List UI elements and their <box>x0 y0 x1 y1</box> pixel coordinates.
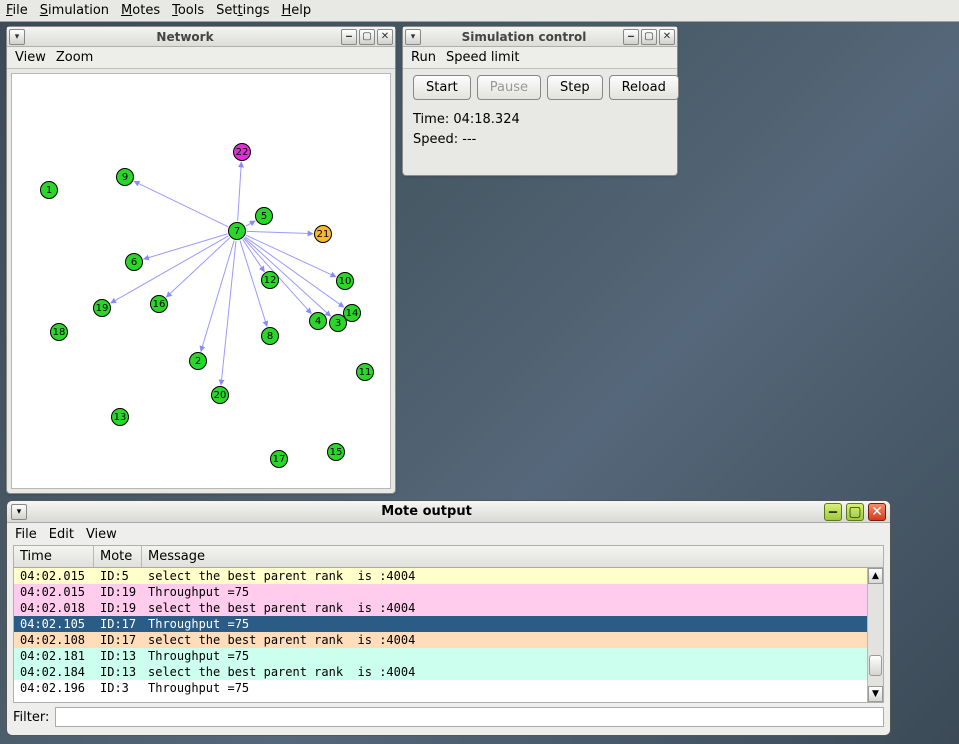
sim-control-window: ▾ Simulation control ‒ ▢ ✕ Run Speed lim… <box>402 26 678 176</box>
mote-node-16[interactable]: 16 <box>150 295 168 313</box>
mote-node-12[interactable]: 12 <box>261 271 279 289</box>
mote-node-5[interactable]: 5 <box>255 207 273 225</box>
minimize-icon[interactable]: ‒ <box>623 29 639 45</box>
mote-node-22[interactable]: 22 <box>233 143 251 161</box>
pause-button: Pause <box>477 75 541 100</box>
network-menu-view[interactable]: View <box>15 50 46 65</box>
mote-node-11[interactable]: 11 <box>356 363 374 381</box>
mote-node-20[interactable]: 20 <box>211 386 229 404</box>
sim-window-menu: Run Speed limit <box>403 47 677 69</box>
column-header-time[interactable]: Time <box>14 546 94 567</box>
mote-node-13[interactable]: 13 <box>111 408 129 426</box>
column-header-message[interactable]: Message <box>142 546 883 567</box>
mote-node-8[interactable]: 8 <box>261 327 279 345</box>
filter-input[interactable] <box>55 707 884 727</box>
minimize-icon[interactable]: ‒ <box>824 503 842 521</box>
sim-menu-speedlimit[interactable]: Speed limit <box>446 50 519 65</box>
network-window-title: Network <box>29 30 341 44</box>
mote-node-18[interactable]: 18 <box>50 323 68 341</box>
mote-menu-view[interactable]: View <box>86 527 117 542</box>
minimize-icon[interactable]: ‒ <box>341 29 357 45</box>
mote-node-15[interactable]: 15 <box>327 443 345 461</box>
scroll-up-icon[interactable]: ▲ <box>868 568 883 584</box>
mote-node-10[interactable]: 10 <box>336 272 354 290</box>
mote-node-4[interactable]: 4 <box>309 312 327 330</box>
menu-tools[interactable]: Tools <box>172 3 204 18</box>
close-icon[interactable]: ✕ <box>659 29 675 45</box>
mote-node-14[interactable]: 14 <box>343 304 361 322</box>
table-row[interactable]: 04:02.196ID:3Throughput =75 <box>14 680 883 696</box>
mote-node-6[interactable]: 6 <box>125 253 143 271</box>
menu-file[interactable]: File <box>6 3 28 18</box>
mote-node-9[interactable]: 9 <box>116 168 134 186</box>
table-row[interactable]: 04:02.105ID:17Throughput =75 <box>14 616 883 632</box>
mote-menu-edit[interactable]: Edit <box>49 527 74 542</box>
scroll-down-icon[interactable]: ▼ <box>868 686 883 702</box>
filter-label: Filter: <box>13 710 49 725</box>
window-menu-icon[interactable]: ▾ <box>11 504 27 520</box>
column-header-mote[interactable]: Mote <box>94 546 142 567</box>
menu-settings[interactable]: Settings <box>216 3 269 18</box>
step-button[interactable]: Step <box>547 75 603 100</box>
app-menu-bar: File Simulation Motes Tools Settings Hel… <box>0 0 959 22</box>
table-row[interactable]: 04:02.108ID:17select the best parent ran… <box>14 632 883 648</box>
network-menu-zoom[interactable]: Zoom <box>56 50 93 65</box>
mote-node-2[interactable]: 2 <box>189 352 207 370</box>
table-row[interactable]: 04:02.018ID:19select the best parent ran… <box>14 600 883 616</box>
sim-speed-label: Speed: --- <box>413 130 667 150</box>
maximize-icon[interactable]: ▢ <box>846 503 864 521</box>
mote-node-21[interactable]: 21 <box>314 225 332 243</box>
mote-window-title: Mote output <box>33 504 820 519</box>
mote-node-1[interactable]: 1 <box>40 181 58 199</box>
maximize-icon[interactable]: ▢ <box>359 29 375 45</box>
mote-output-window: ▾ Mote output ‒ ▢ ✕ File Edit View Time … <box>6 500 891 736</box>
network-edges-svg <box>12 74 390 488</box>
sim-window-titlebar[interactable]: ▾ Simulation control ‒ ▢ ✕ <box>403 27 677 47</box>
mote-node-19[interactable]: 19 <box>93 299 111 317</box>
menu-help[interactable]: Help <box>281 3 311 18</box>
mote-output-table: Time Mote Message 04:02.015ID:5select th… <box>13 545 884 703</box>
mote-menu-file[interactable]: File <box>15 527 37 542</box>
close-icon[interactable]: ✕ <box>377 29 393 45</box>
mote-node-7[interactable]: 7 <box>228 222 246 240</box>
sim-window-title: Simulation control <box>425 30 623 44</box>
network-window-menu: View Zoom <box>7 47 395 69</box>
table-row[interactable]: 04:02.015ID:19Throughput =75 <box>14 584 883 600</box>
vertical-scrollbar[interactable]: ▲ ▼ <box>867 568 883 702</box>
network-window-titlebar[interactable]: ▾ Network ‒ ▢ ✕ <box>7 27 395 47</box>
menu-motes[interactable]: Motes <box>121 3 160 18</box>
table-row[interactable]: 04:02.015ID:5select the best parent rank… <box>14 568 883 584</box>
scrollbar-thumb[interactable] <box>869 655 882 675</box>
network-window: ▾ Network ‒ ▢ ✕ View Zoom 12345678910111… <box>6 26 396 494</box>
maximize-icon[interactable]: ▢ <box>641 29 657 45</box>
close-icon[interactable]: ✕ <box>868 503 886 521</box>
table-row[interactable]: 04:02.184ID:13select the best parent ran… <box>14 664 883 680</box>
table-row[interactable]: 04:02.181ID:13Throughput =75 <box>14 648 883 664</box>
reload-button[interactable]: Reload <box>609 75 679 100</box>
start-button[interactable]: Start <box>413 75 471 100</box>
window-menu-icon[interactable]: ▾ <box>9 29 25 45</box>
mote-node-17[interactable]: 17 <box>270 450 288 468</box>
sim-menu-run[interactable]: Run <box>411 50 436 65</box>
sim-time-label: Time: 04:18.324 <box>413 110 667 130</box>
menu-simulation[interactable]: Simulation <box>40 3 109 18</box>
mote-window-titlebar[interactable]: ▾ Mote output ‒ ▢ ✕ <box>7 501 890 523</box>
window-menu-icon[interactable]: ▾ <box>405 29 421 45</box>
mote-window-menu: File Edit View <box>7 523 890 545</box>
network-canvas[interactable]: 12345678910111213141516171819202122 <box>11 73 391 489</box>
